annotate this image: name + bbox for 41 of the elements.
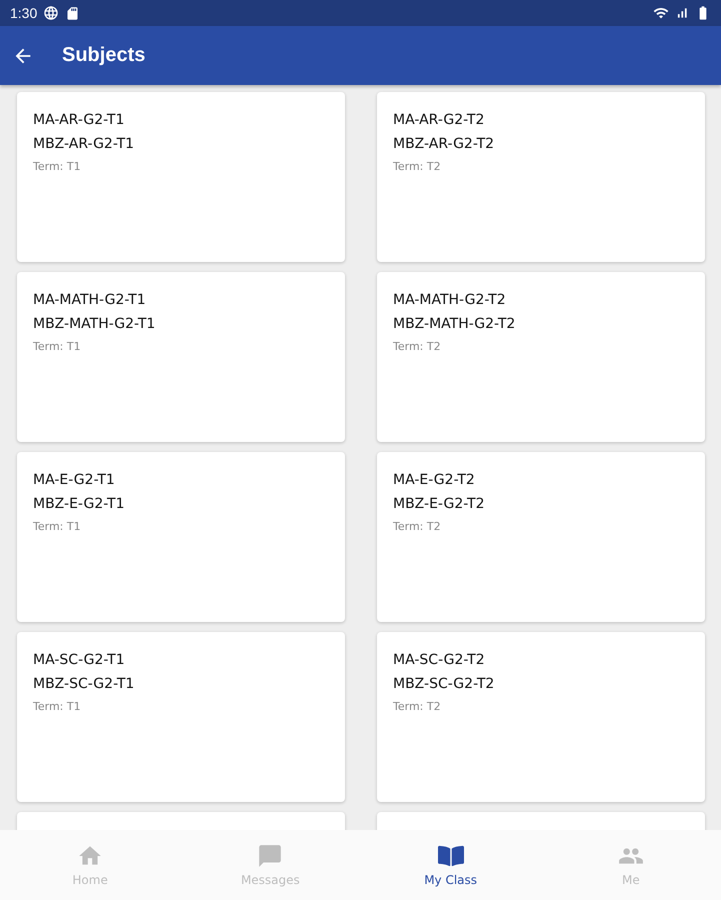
subject-name: MBZ-AR-G2-T1	[33, 136, 134, 152]
subject-name: MBZ-SC-G2-T1	[33, 676, 134, 692]
subject-name: MBZ-MATH-G2-T2	[393, 316, 516, 332]
subject-card[interactable]: MA-SC-G2-T2 MBZ-SC-G2-T2 Term: T2	[377, 632, 705, 802]
subject-term: Term: T1	[33, 340, 81, 353]
subject-name: MBZ-E-G2-T1	[33, 496, 124, 512]
subject-name: MBZ-SC-G2-T2	[393, 676, 494, 692]
chat-bubble-icon	[257, 843, 284, 869]
globe-icon	[43, 5, 60, 21]
subject-code: MA-SC-G2-T1	[33, 652, 125, 668]
subject-term: Term: T2	[393, 160, 441, 173]
subject-code: MA-AR-G2-T1	[33, 112, 124, 128]
subject-card[interactable]: MA-AR-G2-T1 MBZ-AR-G2-T1 Term: T1	[17, 92, 345, 262]
signal-icon	[675, 6, 689, 20]
subject-code: MA-MATH-G2-T2	[393, 292, 506, 308]
subject-term: Term: T2	[393, 700, 441, 713]
subject-name: MBZ-AR-G2-T2	[393, 136, 494, 152]
subject-card[interactable]: MA-MATH-G2-T1 MBZ-MATH-G2-T1 Term: T1	[17, 272, 345, 442]
subject-card[interactable]: MA-AR-G2-T2 MBZ-AR-G2-T2 Term: T2	[377, 92, 705, 262]
subject-card[interactable]: MA-SC-G2-T1 MBZ-SC-G2-T1 Term: T1	[17, 632, 345, 802]
subject-term: Term: T1	[33, 160, 81, 173]
subject-code: MA-SC-G2-T2	[393, 652, 485, 668]
subject-code: MA-AR-G2-T2	[393, 112, 484, 128]
subject-name: MBZ-E-G2-T2	[393, 496, 484, 512]
open-book-icon	[438, 843, 464, 869]
subject-card[interactable]: MA-E-G2-T1 MBZ-E-G2-T1 Term: T1	[17, 452, 345, 622]
subject-term: Term: T1	[33, 520, 81, 533]
status-time: 1:30	[10, 5, 38, 21]
nav-tab[interactable]: My Class	[360, 830, 541, 900]
subject-card[interactable]: MA-MATH-G2-T2 MBZ-MATH-G2-T2 Term: T2	[377, 272, 705, 442]
subject-card[interactable]: MA-E-G2-T2 MBZ-E-G2-T2 Term: T2	[377, 452, 705, 622]
subject-name: MBZ-MATH-G2-T1	[33, 316, 156, 332]
subject-code: MA-E-G2-T2	[393, 472, 475, 488]
screen-title: Subjects	[62, 44, 146, 67]
subject-code: MA-E-G2-T1	[33, 472, 115, 488]
subject-term: Term: T1	[33, 700, 81, 713]
subject-term: Term: T2	[393, 520, 441, 533]
subject-code: MA-MATH-G2-T1	[33, 292, 146, 308]
sd-card-icon	[65, 6, 80, 20]
wifi-icon	[653, 5, 669, 21]
subject-term: Term: T2	[393, 340, 441, 353]
